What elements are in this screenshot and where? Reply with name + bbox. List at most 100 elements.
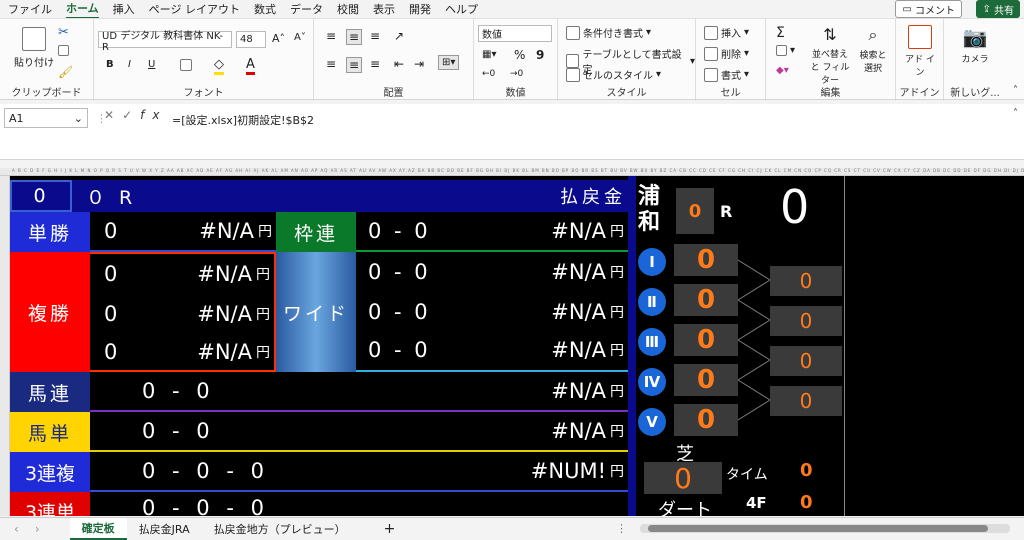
bold-button[interactable]: B — [106, 59, 114, 70]
conditional-format-button[interactable]: 条件付き書式 ▾ — [566, 25, 651, 40]
align-right-icon[interactable]: ≡ — [370, 57, 380, 71]
fukusho-label: 複勝 — [10, 252, 90, 372]
cancel-icon[interactable]: ✕ — [104, 108, 122, 122]
wide-row: 0 - 0 #N/A 円 — [368, 260, 624, 284]
umaren-yen: 円 — [610, 384, 624, 400]
f4-label: 4F — [746, 494, 767, 512]
decrease-decimal-icon[interactable]: →0 — [510, 69, 523, 79]
scrollbar-thumb[interactable] — [648, 525, 988, 532]
align-left-icon[interactable]: ≡ — [326, 57, 336, 71]
margin-2-box: 0 — [770, 306, 842, 336]
scroll-left-icon[interactable]: ‹ — [14, 522, 19, 536]
menu-data[interactable]: データ — [290, 1, 323, 17]
format-painter-icon[interactable]: 🖌 — [58, 65, 73, 79]
sort-filter-button[interactable]: ⇅ 並べ替えと フィルター — [808, 25, 852, 86]
tab-kakuteiban[interactable]: 確定板 — [69, 517, 127, 540]
indent-icon[interactable]: ⇤ — [394, 57, 404, 71]
share-button[interactable]: ⇪ 共有 — [976, 0, 1020, 18]
share-icon: ⇪ — [982, 3, 994, 15]
autosum-button[interactable]: Σ — [776, 25, 785, 41]
tab-payout-jra[interactable]: 払戻金JRA — [127, 518, 202, 540]
wakuren-yen: 円 — [610, 224, 624, 240]
place-2-badge: Ⅱ — [638, 288, 666, 316]
add-sheet-button[interactable]: + — [372, 518, 408, 540]
comma-button[interactable]: 9 — [536, 48, 544, 62]
panel-border — [844, 176, 845, 516]
align-middle-icon[interactable]: ≡ — [346, 29, 363, 45]
chevron-down-icon: ⌄ — [73, 111, 83, 125]
paste-button[interactable]: 貼り付け — [14, 27, 54, 69]
cell-styles-button[interactable]: セルのスタイル ▾ — [566, 67, 661, 82]
increase-decimal-icon[interactable]: ←0 — [482, 69, 495, 79]
menu-help[interactable]: ヘルプ — [445, 1, 478, 17]
cell-styles-icon — [566, 67, 580, 82]
menu-insert[interactable]: 挿入 — [113, 1, 135, 17]
italic-button[interactable]: I — [128, 59, 131, 70]
tansho-number: 0 — [104, 219, 118, 243]
insert-cells-button[interactable]: 挿入 ▾ — [704, 25, 749, 40]
copy-icon[interactable] — [58, 45, 69, 56]
fx-icon[interactable]: fx — [140, 108, 167, 122]
menu-view[interactable]: 表示 — [373, 1, 395, 17]
font-size-select[interactable]: 48 — [236, 31, 266, 48]
menu-formulas[interactable]: 数式 — [254, 1, 276, 17]
orientation-icon[interactable]: ↗ — [394, 29, 404, 43]
big-number: 0 — [780, 180, 810, 234]
name-box[interactable]: A1 ⌄ — [4, 108, 88, 128]
number-group: 数値 ▦▾ % 9 ←0 →0 数値 — [474, 19, 558, 101]
currency-icon[interactable]: ▦▾ — [482, 49, 496, 60]
delete-cells-button[interactable]: 削除 ▾ — [704, 46, 749, 61]
shrink-font-button[interactable]: A˅ — [294, 32, 306, 43]
align-bottom-icon[interactable]: ≡ — [370, 29, 380, 43]
sanrentan-label: 3連単 — [10, 492, 90, 516]
umaren-amount: #N/A — [551, 379, 606, 403]
align-center-icon[interactable]: ≡ — [346, 57, 363, 73]
number-format-select[interactable]: 数値 — [478, 25, 552, 42]
panel-divider — [628, 176, 636, 516]
merge-icon[interactable]: ⊞▾ — [438, 55, 460, 70]
font-color-icon[interactable]: A — [246, 57, 255, 75]
payout-label: 払戻金 — [560, 187, 626, 208]
place-2-box: 0 — [674, 284, 738, 316]
format-cells-button[interactable]: 書式 ▾ — [704, 67, 749, 82]
formula-input[interactable]: =[設定.xlsx]初期設定!$B$2 — [168, 108, 1002, 158]
comment-button[interactable]: ▭ コメント — [895, 0, 962, 18]
outdent-icon[interactable]: ⇥ — [414, 57, 424, 71]
fill-color-icon[interactable]: ◇ — [214, 57, 224, 75]
tab-payout-local[interactable]: 払戻金地方（プレビュー） — [202, 518, 358, 540]
percent-button[interactable]: % — [514, 48, 525, 62]
umatan-yen: 円 — [610, 424, 624, 440]
font-name-select[interactable]: UD デジタル 教科書体 NK-R — [98, 31, 232, 53]
menu-home[interactable]: ホーム — [66, 0, 99, 19]
tansho-label: 単勝 — [10, 212, 90, 252]
scroll-right-icon[interactable]: › — [35, 522, 40, 536]
cut-icon[interactable]: ✂ — [58, 25, 69, 40]
clipboard-icon — [22, 27, 46, 51]
underline-button[interactable]: U — [148, 59, 155, 70]
tansho-yen: 円 — [258, 224, 272, 240]
wakuren-row: 0 - 0 #N/A 円 — [356, 212, 628, 252]
expand-formula-icon[interactable]: ˄ — [1013, 108, 1018, 119]
menu-file[interactable]: ファイル — [8, 1, 52, 17]
tab-more-icon[interactable]: ⋮ — [616, 522, 627, 535]
camera-button[interactable]: 📷 カメラ — [956, 25, 994, 65]
find-select-button[interactable]: ⌕ 検索と 選択 — [854, 25, 892, 74]
horizontal-scrollbar[interactable] — [640, 524, 1010, 533]
header-number-cell[interactable]: 0 — [10, 180, 72, 212]
menu-developer[interactable]: 開発 — [409, 1, 431, 17]
wakuren-combo: 0 - 0 — [368, 219, 428, 243]
umatan-row: 0 - 0 #N/A 円 — [90, 412, 628, 452]
align-top-icon[interactable]: ≡ — [326, 29, 336, 43]
menu-page-layout[interactable]: ページ レイアウト — [149, 1, 240, 17]
grow-font-button[interactable]: A˄ — [272, 32, 285, 45]
border-icon[interactable] — [180, 59, 192, 71]
check-icon[interactable]: ✓ — [122, 108, 140, 122]
fill-icon[interactable]: ▾ — [776, 45, 795, 56]
insert-icon — [704, 25, 718, 40]
umaren-combo: 0 - 0 — [142, 379, 210, 403]
clear-icon[interactable]: ◆▾ — [776, 65, 789, 76]
collapse-ribbon-icon[interactable]: ˄ — [1013, 85, 1018, 96]
menu-review[interactable]: 校閲 — [337, 1, 359, 17]
venue-name: 浦 和 — [638, 184, 661, 235]
addins-button[interactable]: アド イン — [904, 25, 936, 78]
